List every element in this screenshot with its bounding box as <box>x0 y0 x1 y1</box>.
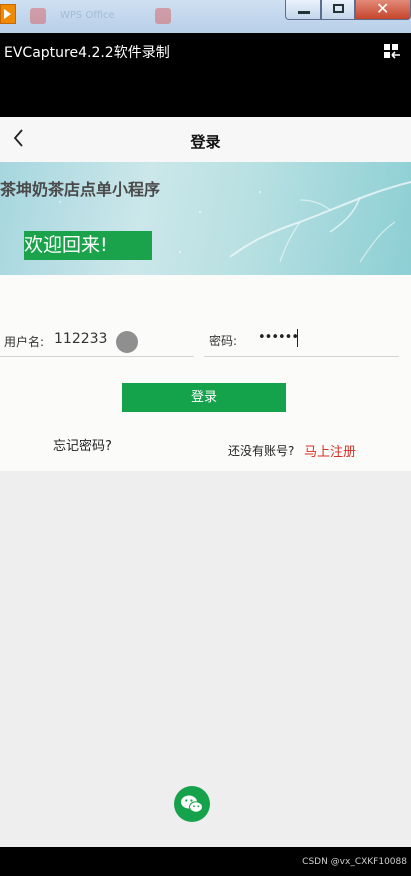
window-titlebar: WPS Office ✕ <box>0 0 411 33</box>
phone-screen: 登录 茶坤奶茶店点单小程序 欢迎回来! 用户名: 112233 密码: ••••… <box>0 117 411 847</box>
app-title: EVCapture4.2.2软件录制 <box>4 45 170 61</box>
password-label: 密码: <box>209 334 238 348</box>
login-form: 用户名: 112233 密码: •••••• 登录 忘记密码? 还没有账号? 马… <box>0 275 411 471</box>
page-title: 登录 <box>190 133 221 151</box>
app-header: EVCapture4.2.2软件录制 <box>0 33 411 117</box>
evcapture-app-icon <box>0 4 16 24</box>
background-app-icon <box>155 8 171 24</box>
wechat-login-button[interactable] <box>174 786 210 822</box>
username-label: 用户名: <box>4 335 45 349</box>
username-input[interactable]: 112233 <box>54 331 107 347</box>
username-underline <box>0 356 194 357</box>
footer-bar: CSDN @vx_CXKF10088 <box>0 847 411 876</box>
password-input[interactable]: •••••• <box>258 330 299 345</box>
welcome-message: 欢迎回来! <box>24 231 152 260</box>
clear-username-icon[interactable] <box>116 331 138 353</box>
register-link[interactable]: 马上注册 <box>304 441 356 460</box>
watermark: CSDN @vx_CXKF10088 <box>302 857 407 867</box>
no-account-text: 还没有账号? <box>228 444 295 458</box>
shop-name: 茶坤奶茶店点单小程序 <box>0 180 161 199</box>
minimize-button[interactable] <box>285 0 321 20</box>
password-underline <box>204 356 399 357</box>
navigation-bar: 登录 <box>0 117 411 162</box>
close-button[interactable]: ✕ <box>355 0 411 20</box>
maximize-icon <box>333 4 344 13</box>
background-window-text: WPS Office <box>60 10 115 21</box>
login-button[interactable]: 登录 <box>122 383 286 412</box>
maximize-button[interactable] <box>321 0 355 20</box>
welcome-banner: 茶坤奶茶店点单小程序 欢迎回来! <box>0 162 411 275</box>
forgot-password-link[interactable]: 忘记密码? <box>53 435 112 454</box>
minimize-icon <box>298 11 310 14</box>
wechat-icon <box>181 795 203 813</box>
background-app-icon <box>30 8 46 24</box>
layout-icon[interactable] <box>383 43 401 59</box>
close-icon: ✕ <box>376 0 390 18</box>
text-caret <box>297 329 298 347</box>
